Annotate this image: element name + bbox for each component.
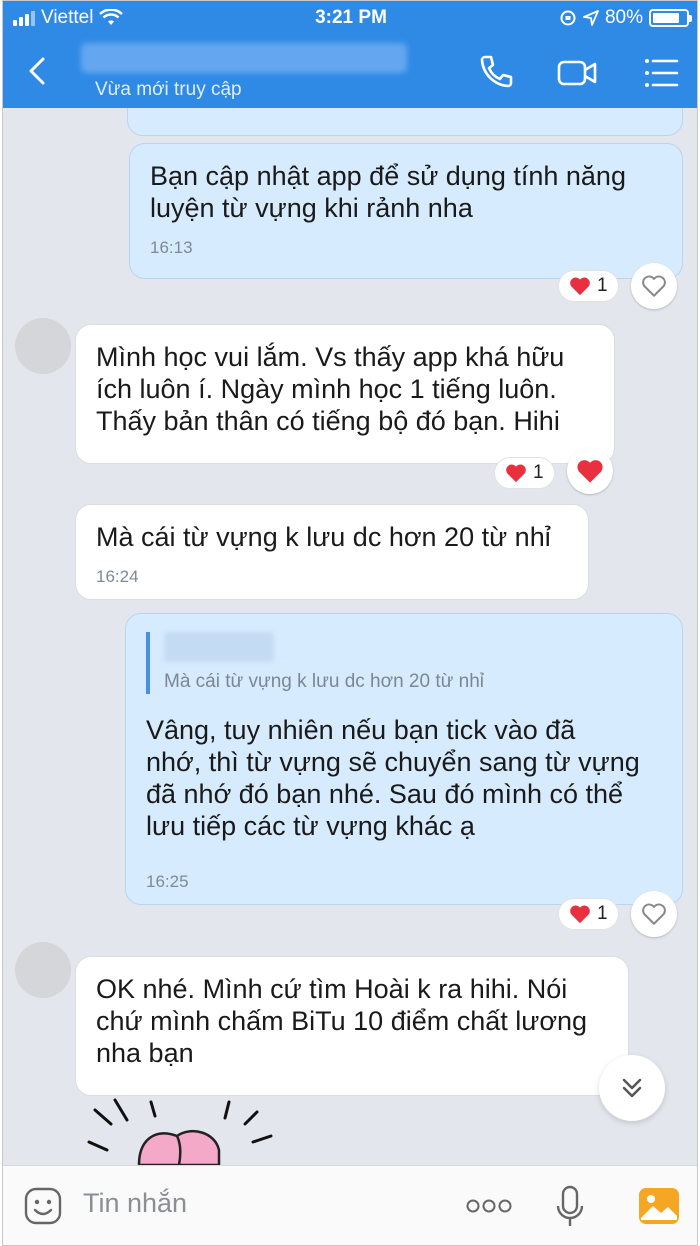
react-button[interactable] [567, 448, 613, 494]
scroll-to-bottom-button[interactable] [599, 1055, 665, 1121]
chevron-double-down-icon [622, 1078, 642, 1098]
reaction-badge[interactable]: 1 [559, 271, 618, 301]
message-text: Mình học vui lắm. Vs thấy app khá hữu [96, 342, 565, 372]
message-bubble-sent-reply[interactable]: Mà cái từ vựng k lưu dc hơn 20 từ nhỉ Vâ… [125, 613, 683, 905]
message-list[interactable]: Bạn cập nhật app để sử dụng tính năng lu… [3, 108, 697, 1165]
video-camera-icon[interactable] [555, 51, 599, 95]
chat-header: Viettel 3:21 PM 80% Vừa mới truy cập [3, 1, 697, 108]
message-text: luyện từ vựng khi rảnh nha [150, 193, 473, 223]
quoted-sender-redacted [164, 632, 274, 662]
message-text: ích luôn í. Ngày mình học 1 tiếng luôn. [96, 374, 557, 404]
last-seen-status: Vừa mới truy cập [95, 79, 242, 100]
avatar[interactable] [15, 318, 71, 374]
more-dots-icon[interactable] [465, 1196, 513, 1216]
image-gallery-icon[interactable] [637, 1184, 681, 1228]
reaction-badge[interactable]: 1 [559, 899, 618, 929]
reaction-count: 1 [597, 275, 608, 296]
heart-icon [506, 464, 526, 483]
microphone-icon[interactable] [555, 1184, 585, 1230]
battery-icon [649, 9, 692, 27]
contact-name-redacted[interactable] [81, 43, 407, 73]
quoted-message[interactable]: Mà cái từ vựng k lưu dc hơn 20 từ nhỉ [146, 632, 662, 694]
message-text: Bạn cập nhật app để sử dụng tính năng [150, 161, 626, 191]
message-input-bar: Tin nhắn [3, 1165, 697, 1245]
reaction-badge[interactable]: 1 [495, 458, 554, 488]
message-bubble-sent[interactable]: Bạn cập nhật app để sử dụng tính năng lu… [129, 143, 683, 279]
location-icon [583, 10, 599, 26]
avatar[interactable] [15, 942, 71, 998]
react-button[interactable] [631, 891, 677, 937]
status-bar: Viettel 3:21 PM 80% [3, 7, 697, 33]
message-text: lưu tiếp các từ vựng khác ạ [146, 811, 475, 841]
message-text: Thấy bản thân có tiếng bộ đó bạn. Hihi [96, 406, 560, 436]
message-time: 16:25 [146, 872, 189, 891]
battery-percent: 80% [604, 7, 643, 28]
message-bubble-received[interactable]: Mình học vui lắm. Vs thấy app khá hữu íc… [75, 324, 615, 464]
message-text: Vâng, tuy nhiên nếu bạn tick vào đã [146, 715, 576, 745]
menu-list-icon[interactable] [639, 51, 683, 95]
sticker-image[interactable] [81, 1098, 291, 1165]
message-text: nhớ, thì từ vựng sẽ chuyển sang từ vựng [146, 747, 640, 777]
heart-outline-icon [642, 275, 666, 297]
message-text: nha bạn [96, 1038, 194, 1068]
reaction-count: 1 [597, 903, 608, 924]
message-time: 16:24 [96, 567, 139, 586]
message-bubble-truncated[interactable] [127, 108, 683, 136]
quoted-text: Mà cái từ vựng k lưu dc hơn 20 từ nhỉ [164, 671, 484, 692]
react-button[interactable] [631, 263, 677, 309]
back-chevron-icon[interactable] [23, 53, 55, 89]
phone-icon[interactable] [473, 51, 517, 95]
message-text: Mà cái từ vựng k lưu dc hơn 20 từ nhỉ [96, 522, 551, 552]
message-time: 16:13 [150, 238, 193, 257]
message-bubble-received[interactable]: OK nhé. Mình cứ tìm Hoài k ra hihi. Nói … [75, 956, 629, 1096]
reaction-count: 1 [533, 462, 544, 483]
heart-icon [570, 905, 590, 924]
message-bubble-received[interactable]: Mà cái từ vựng k lưu dc hơn 20 từ nhỉ 16… [75, 504, 589, 600]
message-text: OK nhé. Mình cứ tìm Hoài k ra hihi. Nói [96, 974, 568, 1004]
heart-icon [577, 460, 603, 483]
orientation-lock-icon [560, 10, 576, 26]
heart-outline-icon [642, 903, 666, 925]
message-input[interactable]: Tin nhắn [83, 1188, 187, 1219]
message-text: đã nhớ đó bạn nhé. Sau đó mình có thể [146, 779, 624, 809]
sticker-face-icon[interactable] [23, 1186, 63, 1226]
heart-icon [570, 277, 590, 296]
chat-screen: Viettel 3:21 PM 80% Vừa mới truy cập Bạn… [2, 0, 698, 1246]
message-text: chứ mình chấm BiTu 10 điểm chất lương [96, 1006, 588, 1036]
